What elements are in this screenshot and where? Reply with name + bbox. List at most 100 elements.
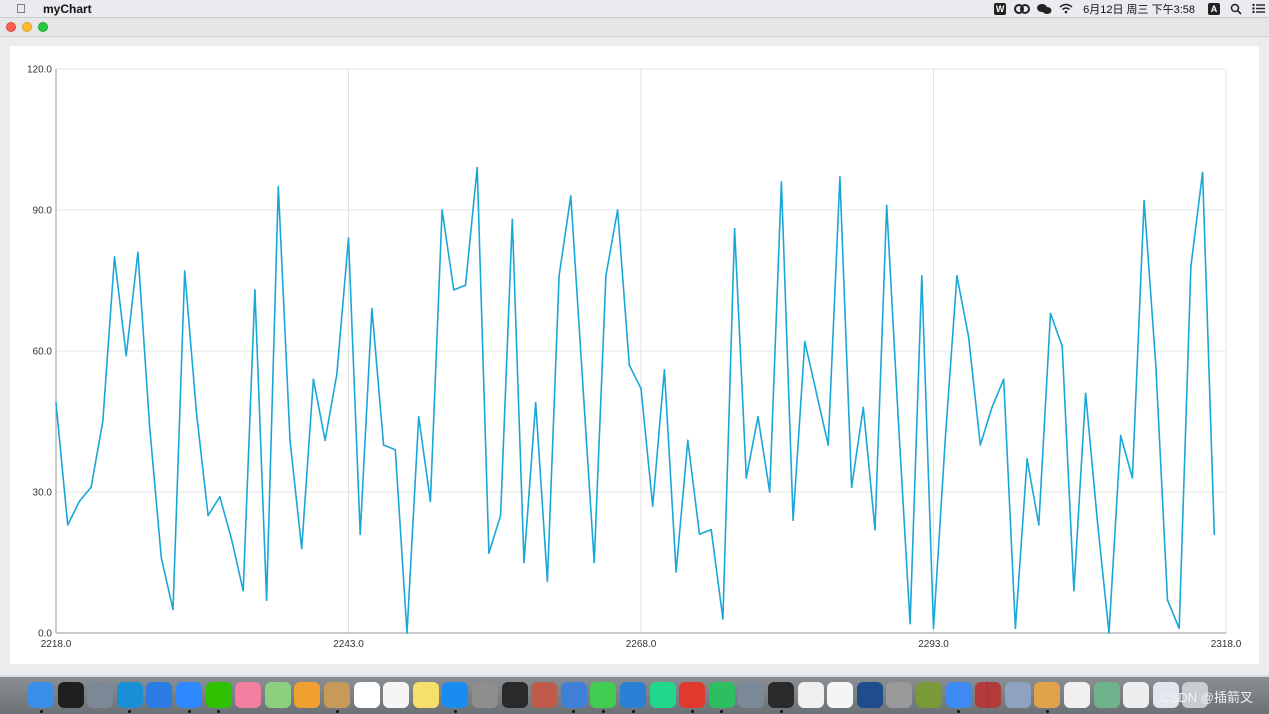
wechat-icon[interactable] [205,682,232,708]
data-point [1131,477,1134,479]
y-tick-label: 0.0 [38,629,52,640]
data-point [722,618,724,620]
data-point [300,547,303,550]
data-point [1096,519,1099,521]
data-point [675,571,677,573]
data-point [815,392,818,395]
app-window: 0.0 30.0 60.0 90.0 120.0 2218.0 2243.0 2268.0 22… [0,18,1269,675]
data-point [991,406,993,409]
qt-creator-icon[interactable] [590,682,617,708]
data-point [1190,265,1192,268]
safari-icon[interactable] [146,682,173,708]
brain-icon[interactable] [886,682,913,708]
mathtype-icon[interactable] [827,682,854,708]
data-point [640,387,642,390]
bilibili-icon[interactable] [235,682,262,708]
menu-bar:  myChart W 6月12日 周三 下午3:58 A [0,0,1269,18]
data-point [1155,364,1157,366]
evernote-icon[interactable] [708,682,735,708]
launchpad-icon[interactable] [87,682,114,708]
running-indicator [453,710,457,713]
data-point [932,627,935,630]
data-point [1143,199,1145,202]
data-point [1178,627,1180,630]
data-point [1073,589,1075,592]
preview-icon[interactable] [1004,682,1031,708]
window-maximize-button[interactable] [38,22,48,32]
texshop-icon[interactable] [738,682,765,708]
control-center-icon[interactable] [1247,0,1269,17]
window-minimize-button[interactable] [22,22,32,32]
pen-icon[interactable] [797,682,824,708]
document-icon[interactable] [1123,682,1150,708]
app-store-icon[interactable] [442,682,469,708]
maps-icon[interactable] [264,682,291,708]
terminal-icon[interactable] [57,682,84,708]
textedit-icon[interactable] [1064,682,1090,708]
data-point [371,307,373,310]
running-indicator [217,710,221,713]
baidu-netdisk-icon[interactable] [945,682,972,708]
data-point [874,528,876,531]
notes-book-icon[interactable] [324,682,350,708]
data-point [1084,392,1087,395]
data-point [663,369,666,371]
system-preferences-icon[interactable] [472,682,498,708]
data-point [687,439,689,442]
portrait-app-icon[interactable] [531,682,558,708]
console-icon[interactable] [501,682,528,708]
pycharm-icon[interactable] [649,682,676,708]
x-tick-label: 2318.0 [1211,639,1242,650]
baidu-netdisk-icon[interactable] [1011,0,1033,17]
wps-icon[interactable]: W [989,0,1011,17]
finder-icon[interactable] [28,682,54,708]
data-point [921,275,923,277]
data-point [523,561,525,564]
edge-icon[interactable] [116,682,143,708]
data-point [336,373,338,376]
window-close-button[interactable] [6,22,16,32]
window-titlebar[interactable] [0,18,1269,37]
series-line [55,166,1216,634]
vscode-icon[interactable] [620,682,646,708]
data-point [464,284,467,286]
calendar-icon[interactable] [353,682,380,708]
data-point [55,401,57,404]
data-point [651,505,654,507]
data-point [488,552,490,554]
wechat-icon[interactable] [1033,0,1055,17]
y-tick-label: 30.0 [33,488,53,499]
data-point [66,524,69,526]
spotlight-search-icon[interactable] [1225,0,1247,17]
archive-icon[interactable] [1034,682,1061,708]
data-point [125,354,127,357]
data-point [1049,312,1052,315]
stickies-icon[interactable] [412,682,439,708]
line-chart: 0.0 30.0 60.0 90.0 120.0 2218.0 2243.0 2268.0 22… [27,65,1242,651]
input-method-icon[interactable]: A [1203,0,1225,17]
clock-datetime[interactable]: 6月12日 周三 下午3:58 [1083,1,1195,17]
apple-menu-icon[interactable]:  [16,1,26,16]
leaf-icon[interactable] [916,682,942,708]
x-tick-label: 2243.0 [333,639,364,650]
running-indicator [128,710,132,713]
wps-icon[interactable] [679,682,706,708]
data-point [593,561,595,564]
running-indicator [1045,710,1049,713]
data-point [1201,171,1204,174]
m-app-icon[interactable] [768,682,794,708]
feishu-icon[interactable] [176,682,202,708]
reminders-icon[interactable] [383,682,410,708]
data-point [78,500,81,503]
triangle-app-icon[interactable] [856,682,883,708]
chatgpt-icon[interactable] [1093,682,1120,708]
photos-icon[interactable] [294,682,321,708]
wifi-icon[interactable] [1055,0,1077,17]
dictionary-icon[interactable] [975,682,1002,708]
x-tick-label: 2218.0 [41,639,72,650]
data-point [382,444,385,446]
dock: CSDN @插箭叉 [0,677,1269,714]
xcode-icon[interactable] [560,682,587,708]
app-menu-name[interactable]: myChart [43,2,92,16]
data-point [254,289,256,291]
